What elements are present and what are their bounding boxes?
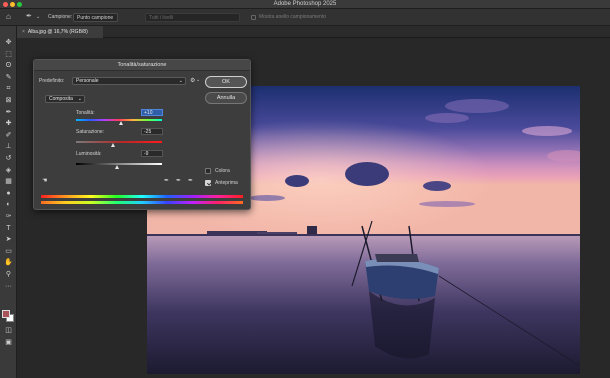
preset-select[interactable]: Personale ⌄ [72, 77, 186, 85]
saturation-input[interactable]: -25 [141, 128, 163, 135]
more-tools-icon[interactable]: ··· [4, 282, 13, 291]
chevron-down-icon[interactable]: ⌄ [196, 77, 200, 83]
zoom-tool-icon[interactable]: ⚲ [4, 270, 13, 279]
hand-tool-icon[interactable]: ✋ [4, 258, 13, 267]
eyedropper-minus-icon[interactable]: ✒ [188, 177, 193, 184]
ok-button[interactable]: OK [205, 76, 247, 88]
colorize-checkbox[interactable] [205, 168, 211, 174]
chevron-down-icon[interactable]: ⌄ [36, 13, 40, 22]
targeted-adjustment-hand-icon[interactable]: ☚ [42, 177, 47, 184]
sample-size-select[interactable]: Punto campione [73, 13, 118, 22]
close-tab-icon[interactable]: × [22, 29, 25, 35]
quick-mask-icon[interactable]: ◫ [4, 326, 13, 335]
gradient-tool-icon[interactable]: ▦ [4, 177, 13, 186]
chevron-down-icon: ⌄ [178, 78, 183, 84]
path-select-tool-icon[interactable]: ➤ [4, 235, 13, 244]
document-tab[interactable]: × Alba.jpg @ 16,7% (RGB/8) [17, 26, 103, 38]
preview-label: Anteprima [215, 180, 238, 186]
lightness-label: Luminosità: [76, 151, 102, 157]
lightness-slider-thumb[interactable] [114, 165, 119, 169]
frame-tool-icon[interactable]: ⊠ [4, 96, 13, 105]
cancel-button[interactable]: Annulla [205, 92, 247, 104]
eyedropper-icon[interactable]: ✒ [164, 177, 169, 184]
title-bar: Adobe Photoshop 2025 [0, 0, 610, 9]
foreground-color-swatch[interactable] [2, 310, 10, 318]
lightness-input[interactable]: -9 [141, 150, 163, 157]
history-brush-tool-icon[interactable]: ↺ [4, 154, 13, 163]
lasso-tool-icon[interactable]: ʘ [4, 61, 13, 70]
pen-tool-icon[interactable]: ✑ [4, 212, 13, 221]
clone-stamp-tool-icon[interactable]: ⊥ [4, 142, 13, 151]
quick-select-tool-icon[interactable]: ✎ [4, 73, 13, 82]
show-ring-checkbox[interactable] [251, 15, 256, 20]
hue-slider-thumb[interactable] [119, 121, 124, 125]
hue-input[interactable]: +10 [141, 109, 163, 116]
healing-brush-tool-icon[interactable]: ✚ [4, 119, 13, 128]
app-title: Adobe Photoshop 2025 [273, 1, 337, 7]
crop-tool-icon[interactable]: ⌗ [4, 84, 13, 93]
input-color-spectrum [41, 195, 243, 198]
saturation-label: Saturazione: [76, 129, 105, 135]
marquee-tool-icon[interactable]: ⬚ [4, 50, 13, 59]
blur-tool-icon[interactable]: ● [4, 189, 13, 198]
saturation-slider-track[interactable] [76, 141, 162, 143]
channel-value: Composita [49, 96, 73, 102]
lightness-slider-track[interactable] [76, 163, 162, 165]
home-icon[interactable]: ⌂ [6, 12, 11, 21]
output-color-spectrum [41, 201, 243, 204]
brush-tool-icon[interactable]: ✐ [4, 131, 13, 140]
hue-saturation-dialog: Tonalità/saturazione Predefinito: Person… [33, 59, 251, 210]
move-tool-icon[interactable]: ✥ [4, 38, 13, 47]
tools-panel: ✥ ⬚ ʘ ✎ ⌗ ⊠ ✒ ✚ ✐ ⊥ ↺ ◈ ▦ ● ◐ ✑ T ➤ ▭ ✋ ⚲ ··· ◫ ▣ [0, 26, 17, 378]
screen-mode-icon[interactable]: ▣ [4, 338, 13, 347]
rectangle-tool-icon[interactable]: ▭ [4, 247, 13, 256]
colorize-label: Colora [215, 168, 230, 174]
hue-label: Tonalità: [76, 110, 95, 116]
eyedropper-plus-icon[interactable]: ✒ [176, 177, 181, 184]
preset-value: Personale [76, 78, 99, 84]
dodge-tool-icon[interactable]: ◐ [4, 200, 13, 209]
options-bar: ⌂ ✒ ⌄ Campione: Punto campione Tutti i l… [0, 9, 610, 26]
show-ring-label: Mostra anello campionamento [259, 14, 326, 20]
document-tab-label: Alba.jpg @ 16,7% (RGB/8) [27, 29, 88, 35]
eyedropper-options-icon[interactable]: ✒ [26, 12, 32, 21]
document-tab-bar: × Alba.jpg @ 16,7% (RGB/8) [17, 26, 610, 38]
preset-label: Predefinito: [39, 78, 65, 84]
eraser-tool-icon[interactable]: ◈ [4, 166, 13, 175]
sample-layers-select[interactable]: Tutti i livelli [145, 13, 240, 22]
saturation-slider-thumb[interactable] [111, 143, 116, 147]
preset-options-gear-icon[interactable]: ⚙ [190, 77, 195, 84]
eyedropper-tool-icon[interactable]: ✒ [4, 108, 13, 117]
type-tool-icon[interactable]: T [4, 224, 13, 233]
channel-select[interactable]: Composita ⌄ [45, 95, 85, 103]
preview-checkbox[interactable] [205, 180, 211, 186]
sample-size-label: Campione: [48, 14, 73, 20]
chevron-down-icon: ⌄ [77, 96, 82, 102]
dialog-title[interactable]: Tonalità/saturazione [34, 60, 250, 71]
